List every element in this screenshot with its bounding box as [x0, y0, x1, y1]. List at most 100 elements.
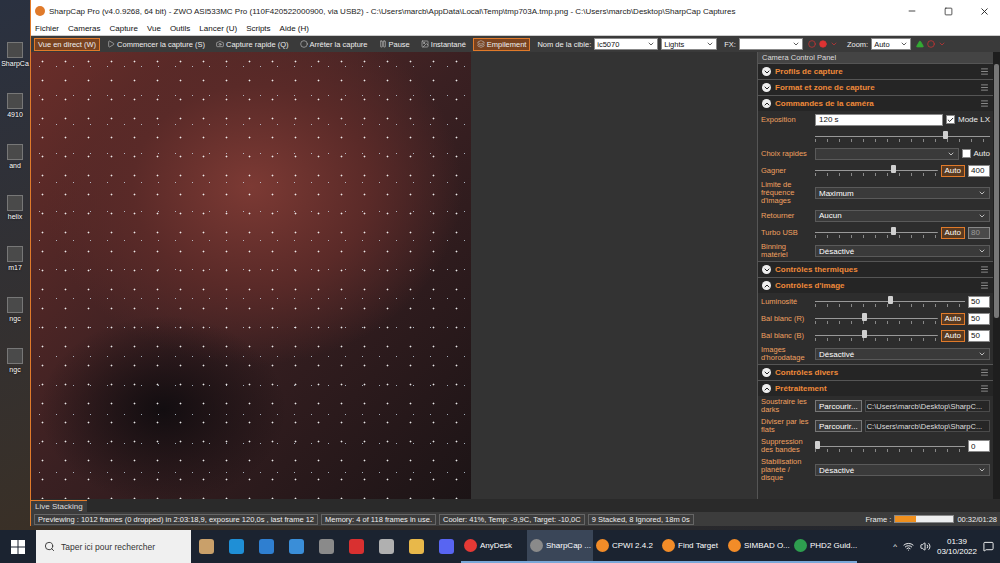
- expand-toggle[interactable]: [762, 99, 771, 108]
- expand-toggle[interactable]: [762, 67, 771, 76]
- value-field[interactable]: 50: [968, 296, 990, 308]
- slider-thumb[interactable]: [862, 330, 867, 338]
- desktop-icon[interactable]: helix: [7, 195, 23, 220]
- checkbox-label[interactable]: Auto: [974, 149, 990, 158]
- menu-icon[interactable]: [980, 384, 989, 393]
- search-box[interactable]: Taper ici pour rechercher: [36, 530, 191, 563]
- menu-icon[interactable]: [980, 281, 989, 290]
- chevron-down-icon[interactable]: [830, 40, 838, 48]
- target-dropdown[interactable]: ic5070: [594, 38, 658, 50]
- menu-item[interactable]: Capture: [109, 24, 137, 33]
- slider[interactable]: [815, 330, 938, 341]
- dropdown[interactable]: Aucun: [815, 210, 990, 222]
- scrollbar[interactable]: [993, 52, 1000, 499]
- toolbar-button[interactable]: Arrêter la capture: [296, 38, 372, 51]
- minimize-button[interactable]: [896, 0, 928, 22]
- value-field[interactable]: 50: [968, 330, 990, 342]
- volume-icon[interactable]: [920, 541, 931, 552]
- menu-item[interactable]: Lancer (U): [199, 24, 237, 33]
- slider[interactable]: [815, 165, 938, 176]
- value-field[interactable]: 50: [968, 313, 990, 325]
- desktop-icon[interactable]: m17: [7, 246, 23, 271]
- desktop-icon[interactable]: ngc: [7, 297, 23, 322]
- expand-toggle[interactable]: [762, 83, 771, 92]
- record-icon[interactable]: [819, 40, 827, 48]
- slider[interactable]: [815, 227, 938, 238]
- histogram-icon[interactable]: [916, 40, 924, 48]
- slider-thumb[interactable]: [891, 227, 896, 235]
- slider-thumb[interactable]: [943, 131, 948, 139]
- dropdown[interactable]: [815, 148, 959, 160]
- pinned-app[interactable]: [221, 530, 251, 563]
- path-field[interactable]: C:\Users\marcb\Desktop\SharpC...: [865, 400, 990, 412]
- value-field[interactable]: 0: [968, 440, 990, 452]
- auto-button[interactable]: Auto: [941, 165, 965, 177]
- fx-dropdown[interactable]: [739, 38, 803, 50]
- auto-button[interactable]: Auto: [941, 330, 965, 342]
- desktop-icon[interactable]: 4910: [7, 93, 23, 118]
- toolbar-button[interactable]: Commencer la capture (S): [103, 38, 209, 51]
- pinned-app[interactable]: [431, 530, 461, 563]
- menu-item[interactable]: Fichier: [35, 24, 59, 33]
- expand-toggle[interactable]: [762, 265, 771, 274]
- taskbar-app[interactable]: SharpCap ...: [527, 530, 593, 563]
- desktop-icon[interactable]: SharpCa: [1, 42, 29, 67]
- exposure-field[interactable]: 120 s: [815, 114, 943, 126]
- slider[interactable]: [815, 441, 965, 452]
- chevron-down-icon[interactable]: [938, 40, 946, 48]
- target-icon[interactable]: [927, 40, 935, 48]
- live-stacking-tab[interactable]: Live Stacking: [31, 500, 87, 512]
- pinned-app[interactable]: [191, 530, 221, 563]
- expand-toggle[interactable]: [762, 281, 771, 290]
- tray-chevron[interactable]: ^: [893, 542, 897, 551]
- checkbox-label[interactable]: Mode LX: [958, 115, 990, 124]
- section-header[interactable]: Contrôles thermiques: [758, 261, 993, 277]
- slider-thumb[interactable]: [862, 313, 867, 321]
- record-icon[interactable]: [808, 40, 816, 48]
- section-header[interactable]: Commandes de la caméra: [758, 95, 993, 111]
- zoom-dropdown[interactable]: Auto: [871, 38, 911, 50]
- section-header[interactable]: Contrôles d'image: [758, 277, 993, 293]
- auto-button[interactable]: Auto: [941, 227, 965, 239]
- maximize-button[interactable]: [932, 0, 964, 22]
- taskbar-app[interactable]: PHD2 Guid...: [791, 530, 857, 563]
- scrollbar-thumb[interactable]: [994, 64, 999, 318]
- browse-button[interactable]: Parcourir...: [815, 420, 862, 432]
- desktop-icon[interactable]: and: [7, 144, 23, 169]
- start-button[interactable]: [0, 530, 36, 563]
- slider-thumb[interactable]: [891, 165, 896, 173]
- section-header[interactable]: Format et zone de capture: [758, 79, 993, 95]
- dropdown[interactable]: Désactivé: [815, 245, 990, 257]
- toolbar-button[interactable]: Empilement: [473, 38, 531, 51]
- menu-item[interactable]: Vue: [147, 24, 161, 33]
- dropdown[interactable]: Désactivé: [815, 464, 990, 476]
- menu-icon[interactable]: [980, 99, 989, 108]
- toolbar-button[interactable]: Instantané: [417, 38, 470, 51]
- dropdown[interactable]: Désactivé: [815, 348, 990, 360]
- value-field[interactable]: 80: [968, 227, 990, 239]
- slider-thumb[interactable]: [888, 296, 893, 304]
- menu-item[interactable]: Cameras: [68, 24, 100, 33]
- toolbar-button[interactable]: Vue en direct (W): [34, 38, 100, 51]
- section-header[interactable]: Profils de capture: [758, 63, 993, 79]
- browse-button[interactable]: Parcourir...: [815, 400, 862, 412]
- close-button[interactable]: [968, 0, 1000, 22]
- expand-toggle[interactable]: [762, 368, 771, 377]
- section-header[interactable]: Contrôles divers: [758, 364, 993, 380]
- taskbar-app[interactable]: AnyDesk: [461, 530, 527, 563]
- section-header[interactable]: Prétraitement: [758, 380, 993, 396]
- menu-icon[interactable]: [980, 368, 989, 377]
- auto-button[interactable]: Auto: [941, 313, 965, 325]
- menu-icon[interactable]: [980, 265, 989, 274]
- notification-icon[interactable]: [983, 541, 994, 552]
- menu-item[interactable]: Scripts: [246, 24, 270, 33]
- menu-icon[interactable]: [980, 83, 989, 92]
- checkbox[interactable]: [946, 115, 955, 124]
- desktop-icon[interactable]: ngc: [7, 348, 23, 373]
- frame-type-dropdown[interactable]: Lights: [661, 38, 717, 50]
- pinned-app[interactable]: [341, 530, 371, 563]
- checkbox[interactable]: [962, 149, 971, 158]
- taskbar-app[interactable]: CPWI 2.4.2: [593, 530, 659, 563]
- value-field[interactable]: 400: [968, 165, 990, 177]
- toolbar-button[interactable]: Pause: [375, 38, 414, 51]
